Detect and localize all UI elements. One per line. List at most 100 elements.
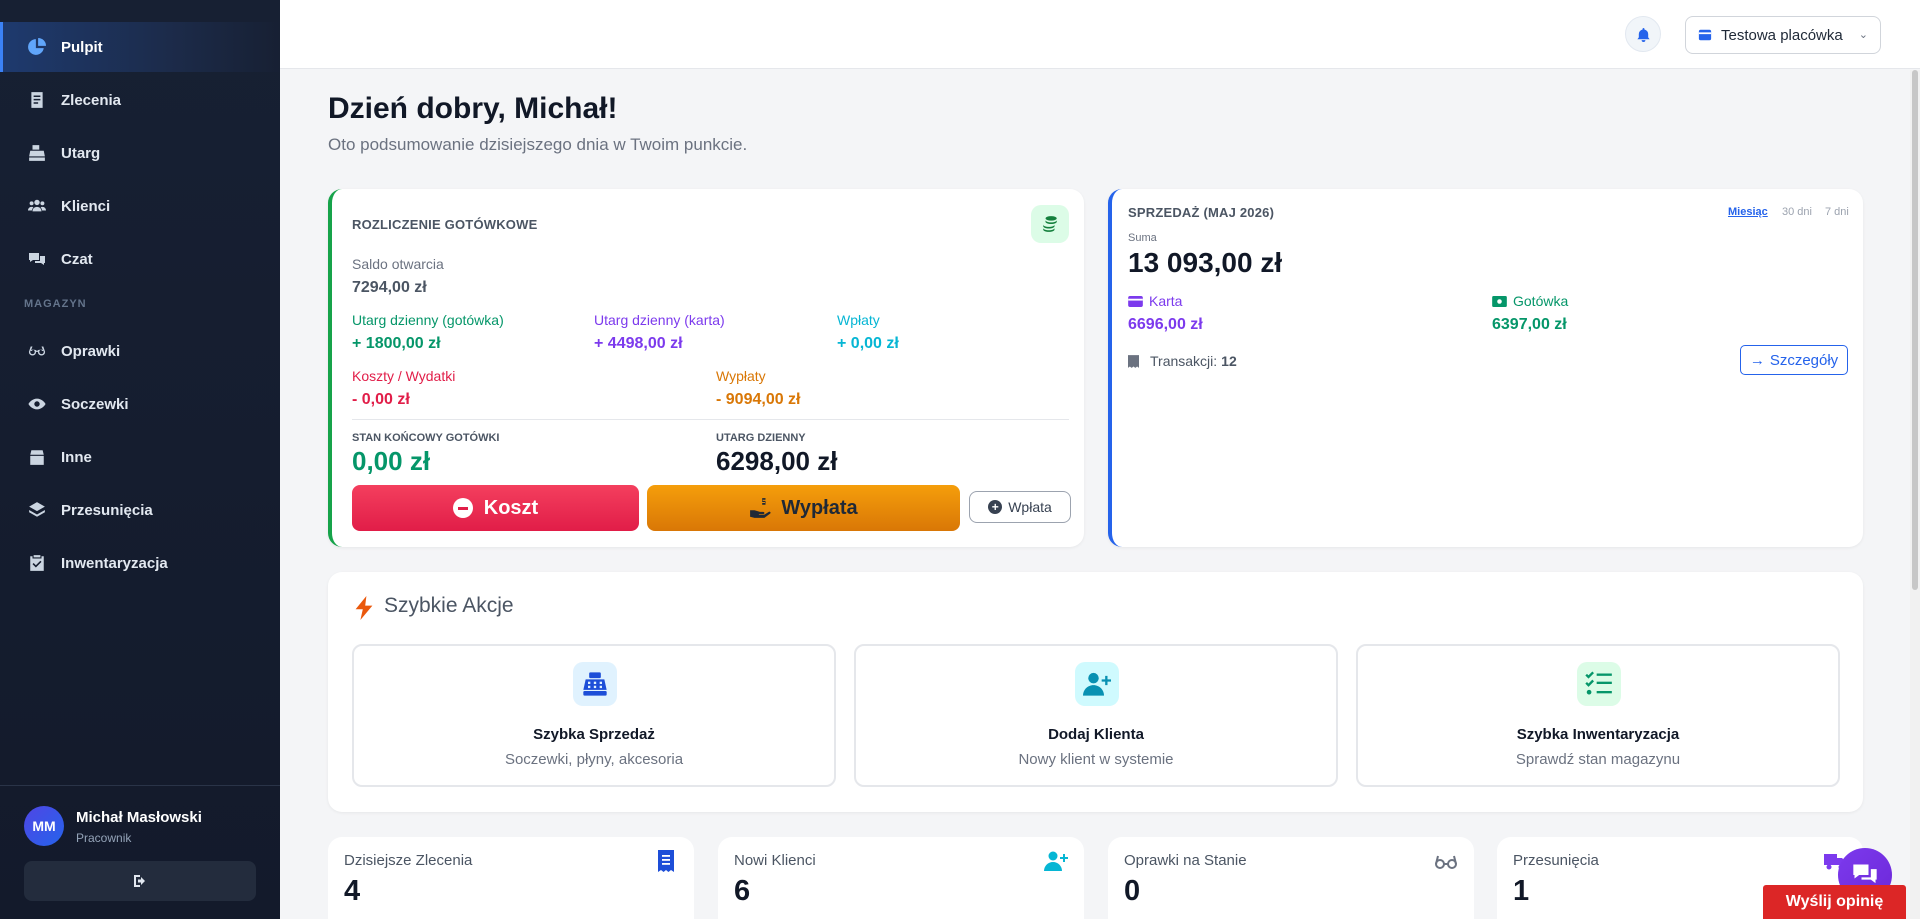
arrow-right-icon: →: [1749, 351, 1765, 369]
quick-action-sale[interactable]: Szybka Sprzedaż Soczewki, płyny, akcesor…: [352, 644, 836, 787]
tab-30-days[interactable]: 30 dni: [1782, 206, 1812, 218]
details-button[interactable]: → Szczegóły: [1740, 345, 1848, 375]
tab-month[interactable]: Miesiąc: [1728, 206, 1768, 218]
store-select[interactable]: Testowa placówka ⌄: [1685, 16, 1881, 54]
clipboard-icon: [28, 554, 46, 572]
cash-sales-value: 6397,00 zł: [1492, 316, 1567, 333]
sidebar-item-inne[interactable]: Inne: [0, 432, 280, 482]
scrollbar[interactable]: [1910, 70, 1920, 919]
quick-action-add-client[interactable]: Dodaj Klienta Nowy klient w systemie: [854, 644, 1338, 787]
add-cost-button[interactable]: Koszt: [352, 485, 639, 531]
payouts-value: - 9094,00 zł: [716, 391, 801, 408]
quick-actions-title: Szybkie Akcje: [384, 594, 514, 617]
cash-income-label: Utarg dzienny (gotówka): [352, 312, 504, 328]
sales-card: SPRZEDAŻ (MAJ 2026) Miesiąc 30 dni 7 dni…: [1108, 189, 1863, 547]
document-icon: [28, 91, 46, 109]
payout-label: Wypłata: [781, 496, 858, 519]
lightning-icon: [355, 596, 373, 620]
card-title: SPRZEDAŻ (MAJ 2026): [1128, 205, 1275, 220]
deposit-button[interactable]: + Wpłata: [969, 491, 1071, 523]
end-balance-value: 0,00 zł: [352, 446, 431, 476]
payout-button[interactable]: Wypłata: [647, 485, 960, 531]
daily-income-label: UTARG DZIENNY: [716, 432, 806, 444]
cash-sales-label: Gotówka: [1513, 293, 1569, 309]
cash-sales-label-row: Gotówka: [1492, 293, 1568, 309]
sidebar-item-czat[interactable]: Czat: [0, 234, 280, 284]
coins-icon: [1031, 205, 1069, 243]
glasses-icon: [1435, 855, 1457, 869]
stat-card-orders[interactable]: Dzisiejsze Zlecenia 4: [328, 837, 694, 919]
sidebar-item-pulpit[interactable]: Pulpit: [0, 22, 280, 72]
sidebar-item-label: Soczewki: [61, 395, 129, 413]
stat-card-frames[interactable]: Oprawki na Stanie 0: [1108, 837, 1474, 919]
sidebar-item-label: Utarg: [61, 144, 101, 162]
sum-value: 13 093,00 zł: [1128, 247, 1283, 278]
receipt-icon: [1128, 354, 1139, 368]
bell-icon: [1636, 27, 1650, 42]
sidebar-item-label: Klienci: [61, 197, 111, 215]
stat-label: Przesunięcia: [1513, 852, 1599, 869]
stat-value: 4: [344, 875, 361, 907]
card-income-value: + 4498,00 zł: [594, 335, 683, 352]
sidebar-item-soczewki[interactable]: Soczewki: [0, 379, 280, 429]
stat-card-new-clients[interactable]: Nowi Klienci 6: [718, 837, 1084, 919]
deposits-label: Wpłaty: [837, 312, 880, 328]
end-balance-label: STAN KOŃCOWY GOTÓWKI: [352, 432, 500, 444]
quick-action-name: Dodaj Klienta: [1048, 726, 1144, 743]
deposit-label: Wpłata: [1008, 499, 1052, 515]
quick-action-desc: Soczewki, płyny, akcesoria: [504, 751, 684, 768]
sidebar-item-zlecenia[interactable]: Zlecenia: [0, 75, 280, 125]
receipt-icon: [658, 850, 674, 872]
logout-icon: [134, 875, 145, 887]
section-label-magazyn: MAGAZYN: [24, 298, 87, 310]
chart-pie-icon: [28, 38, 46, 56]
logout-button[interactable]: [24, 861, 256, 901]
money-bill-icon: [1492, 295, 1507, 307]
plus-circle-icon: +: [988, 500, 1003, 514]
sidebar-item-oprawki[interactable]: Oprawki: [0, 326, 280, 376]
cash-register-icon: [28, 144, 46, 162]
transactions-value: 12: [1221, 353, 1237, 369]
quick-action-name: Szybka Inwentaryzacja: [1516, 726, 1680, 743]
tab-7-days[interactable]: 7 dni: [1825, 206, 1849, 218]
sidebar: Pulpit Zlecenia Utarg Klienci Czat MAGAZ…: [0, 0, 280, 919]
box-icon: [28, 448, 46, 466]
card-title: ROZLICZENIE GOTÓWKOWE: [352, 217, 538, 232]
stat-label: Nowi Klienci: [734, 852, 816, 869]
transactions-label: Transakcji:: [1150, 353, 1218, 369]
sidebar-item-label: Inne: [61, 448, 92, 466]
details-label: Szczegóły: [1769, 351, 1839, 369]
sidebar-item-klienci[interactable]: Klienci: [0, 181, 280, 231]
stat-label: Oprawki na Stanie: [1124, 852, 1247, 869]
divider: [352, 419, 1069, 420]
page-subtitle: Oto podsumowanie dzisiejszego dnia w Two…: [328, 135, 748, 154]
page-title: Dzień dobry, Michał!: [328, 92, 618, 125]
quick-action-name: Szybka Sprzedaż: [533, 726, 655, 743]
scrollbar-thumb[interactable]: [1912, 70, 1918, 590]
stat-value: 0: [1124, 875, 1141, 907]
credit-card-icon: [1128, 295, 1143, 307]
opening-balance-label: Saldo otwarcia: [352, 256, 444, 272]
costs-label: Koszty / Wydatki: [352, 368, 456, 384]
feedback-button[interactable]: Wyślij opinię: [1763, 885, 1906, 919]
hand-money-icon: [750, 498, 771, 518]
quick-action-desc: Sprawdź stan magazynu: [1515, 751, 1681, 768]
quick-action-desc: Nowy klient w systemie: [1018, 751, 1174, 768]
sidebar-item-label: Pulpit: [61, 38, 103, 56]
transactions-row: Transakcji: 12: [1128, 353, 1237, 369]
card-sales-label: Karta: [1149, 293, 1183, 309]
sidebar-item-label: Czat: [61, 250, 93, 268]
store-icon: [1698, 29, 1712, 41]
sidebar-item-utarg[interactable]: Utarg: [0, 128, 280, 178]
layers-icon: [28, 501, 46, 519]
quick-action-inventory[interactable]: Szybka Inwentaryzacja Sprawdź stan magaz…: [1356, 644, 1840, 787]
payouts-label: Wypłaty: [716, 368, 766, 384]
quick-actions-card: Szybkie Akcje Szybka Sprzedaż Soczewki, …: [328, 572, 1863, 812]
sidebar-item-przesuniecia[interactable]: Przesunięcia: [0, 485, 280, 535]
sidebar-item-inwentaryzacja[interactable]: Inwentaryzacja: [0, 538, 280, 588]
sidebar-item-label: Przesunięcia: [61, 501, 153, 519]
minus-circle-icon: [452, 498, 473, 518]
notifications-button[interactable]: [1625, 16, 1661, 52]
costs-value: - 0,00 zł: [352, 391, 410, 408]
cash-income-value: + 1800,00 zł: [352, 335, 441, 352]
